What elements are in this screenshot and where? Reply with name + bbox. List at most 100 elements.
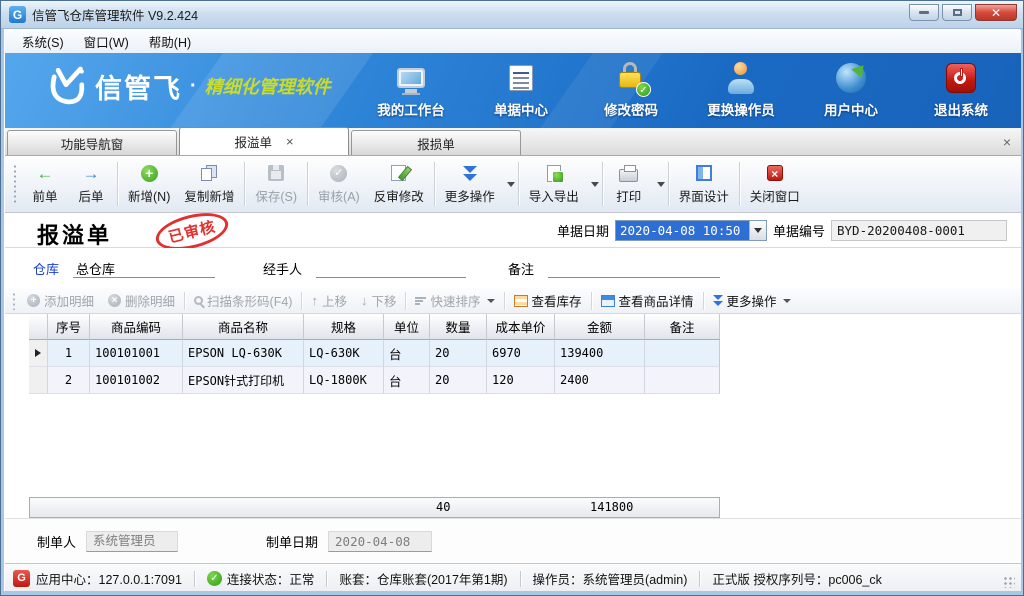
cell-code[interactable]: 100101001 <box>90 340 183 367</box>
cell-code[interactable]: 100101002 <box>90 367 183 394</box>
close-button[interactable]: ✕ <box>975 4 1017 21</box>
handler-field[interactable] <box>316 259 466 278</box>
form-header: 报溢单 已审核 单据日期 2020-04-08 10:50 单据编号 BYD-2… <box>5 213 1021 248</box>
row-selector[interactable] <box>29 367 48 394</box>
close-window-button[interactable]: × 关闭窗口 <box>743 159 807 209</box>
restore-icon <box>953 9 962 16</box>
col-header[interactable]: 序号 <box>48 314 90 340</box>
cell-qty[interactable]: 20 <box>430 367 487 394</box>
order-no-label: 单据编号 <box>773 221 825 240</box>
col-header[interactable]: 商品编码 <box>90 314 183 340</box>
account-set-status: 账套：仓库账套(2017年第1期) <box>339 569 507 588</box>
grid-header-row: 序号 商品编码 商品名称 规格 单位 数量 成本单价 金额 备注 <box>29 314 720 340</box>
cell-unit[interactable]: 台 <box>384 367 430 394</box>
tab-loss-order[interactable]: 报损单 <box>351 130 521 155</box>
cell-name[interactable]: EPSON LQ-630K <box>183 340 304 367</box>
user-center-button[interactable]: 用户中心 <box>809 61 893 119</box>
barcode-scan-icon <box>194 296 203 305</box>
document-center-button[interactable]: 单据中心 <box>479 61 563 119</box>
toolbar-separator <box>434 162 435 206</box>
col-header[interactable]: 备注 <box>645 314 720 340</box>
add-detail-button[interactable]: + 添加明细 <box>20 289 101 312</box>
view-stock-button[interactable]: 查看库存 <box>507 289 589 312</box>
cell-cost[interactable]: 120 <box>487 367 555 394</box>
toolbar-separator <box>739 162 740 206</box>
toolbar-separator <box>591 292 592 310</box>
cell-spec[interactable]: LQ-630K <box>304 340 384 367</box>
row-selector[interactable] <box>29 340 48 367</box>
audit-button[interactable]: ✓ 审核(A) <box>311 159 367 209</box>
scan-barcode-button[interactable]: 扫描条形码(F4) <box>187 289 299 312</box>
detail-toolbar-drag-handle[interactable] <box>12 292 17 310</box>
tabstrip-close-icon[interactable]: × <box>1003 134 1011 150</box>
exit-system-button[interactable]: 退出系统 <box>919 61 1003 119</box>
cell-unit[interactable]: 台 <box>384 340 430 367</box>
tab-overflow-order[interactable]: 报溢单 × <box>179 127 349 155</box>
cell-amount[interactable]: 139400 <box>555 340 645 367</box>
unaudit-edit-button[interactable]: 反审修改 <box>367 159 431 209</box>
cell-spec[interactable]: LQ-1800K <box>304 367 384 394</box>
arrow-left-icon: ← <box>37 165 54 182</box>
exit-system-icon <box>944 61 978 95</box>
title-bar[interactable]: G 信管飞仓库管理软件 V9.2.424 ✕ <box>1 1 1023 29</box>
date-dropdown-button[interactable] <box>749 221 766 240</box>
tab-nav-window[interactable]: 功能导航窗 <box>7 130 177 155</box>
ui-design-button[interactable]: 界面设计 <box>672 159 736 209</box>
print-button[interactable]: 打印 <box>606 159 652 209</box>
dropdown-caret-icon[interactable] <box>591 182 599 187</box>
col-header[interactable]: 商品名称 <box>183 314 304 340</box>
new-button[interactable]: + 新增(N) <box>121 159 177 209</box>
order-date-field[interactable]: 2020-04-08 10:50 <box>615 220 767 241</box>
table-row[interactable]: 2 100101002 EPSON针式打印机 LQ-1800K 台 20 120… <box>29 367 720 394</box>
detail-more-actions-button[interactable]: 更多操作 <box>706 289 798 312</box>
cell-cost[interactable]: 6970 <box>487 340 555 367</box>
quick-sort-button[interactable]: 快速排序 <box>408 289 501 312</box>
move-up-button[interactable]: ↑ 上移 <box>304 289 354 312</box>
cell-name[interactable]: EPSON针式打印机 <box>183 367 304 394</box>
totals-row: 40 141800 <box>29 497 720 518</box>
restore-button[interactable] <box>942 4 972 21</box>
save-button[interactable]: 保存(S) <box>248 159 304 209</box>
import-export-button[interactable]: 导入导出 <box>522 159 586 209</box>
cell-remark[interactable] <box>645 367 720 394</box>
detail-grid: 序号 商品编码 商品名称 规格 单位 数量 成本单价 金额 备注 1 10010… <box>29 314 720 394</box>
view-product-detail-button[interactable]: 查看商品详情 <box>594 289 701 312</box>
workbench-button[interactable]: 我的工作台 <box>369 61 453 119</box>
menu-window[interactable]: 窗口(W) <box>75 29 138 54</box>
move-down-button[interactable]: ↓ 下移 <box>354 289 404 312</box>
cell-seq[interactable]: 2 <box>48 367 90 394</box>
switch-operator-button[interactable]: 更换操作员 <box>699 61 783 119</box>
table-row[interactable]: 1 100101001 EPSON LQ-630K LQ-630K 台 20 6… <box>29 340 720 367</box>
more-actions-button[interactable]: 更多操作 <box>438 159 502 209</box>
change-password-button[interactable]: ✓ 修改密码 <box>589 61 673 119</box>
copy-new-button[interactable]: 复制新增 <box>177 159 241 209</box>
col-header[interactable]: 规格 <box>304 314 384 340</box>
dropdown-caret-icon[interactable] <box>657 182 665 187</box>
dropdown-caret-icon[interactable] <box>507 182 515 187</box>
cell-amount[interactable]: 2400 <box>555 367 645 394</box>
tab-close-icon[interactable]: × <box>286 134 294 149</box>
handler-label: 经手人 <box>263 259 302 278</box>
menu-system[interactable]: 系统(S) <box>13 29 73 54</box>
order-date-value[interactable]: 2020-04-08 10:50 <box>616 221 749 240</box>
toolbar-drag-handle[interactable] <box>13 164 18 204</box>
warehouse-field[interactable]: 总仓库 <box>73 259 215 278</box>
menu-help[interactable]: 帮助(H) <box>140 29 200 54</box>
cell-seq[interactable]: 1 <box>48 340 90 367</box>
brand-swirl-icon <box>45 65 87 107</box>
delete-detail-button[interactable]: × 删除明细 <box>101 289 182 312</box>
resize-grip[interactable] <box>1003 576 1015 588</box>
remark-field[interactable] <box>548 259 720 278</box>
col-header[interactable]: 单位 <box>384 314 430 340</box>
minimize-button[interactable] <box>909 4 939 21</box>
col-header[interactable]: 成本单价 <box>487 314 555 340</box>
prev-order-button[interactable]: ← 前单 <box>22 159 68 209</box>
toolbar-separator <box>244 162 245 206</box>
cell-remark[interactable] <box>645 340 720 367</box>
col-header[interactable]: 数量 <box>430 314 487 340</box>
cell-qty[interactable]: 20 <box>430 340 487 367</box>
col-header[interactable]: 金额 <box>555 314 645 340</box>
double-chevron-down-icon <box>713 295 723 306</box>
brand-logo: 信管飞 · 精细化管理软件 <box>45 65 331 107</box>
next-order-button[interactable]: → 后单 <box>68 159 114 209</box>
